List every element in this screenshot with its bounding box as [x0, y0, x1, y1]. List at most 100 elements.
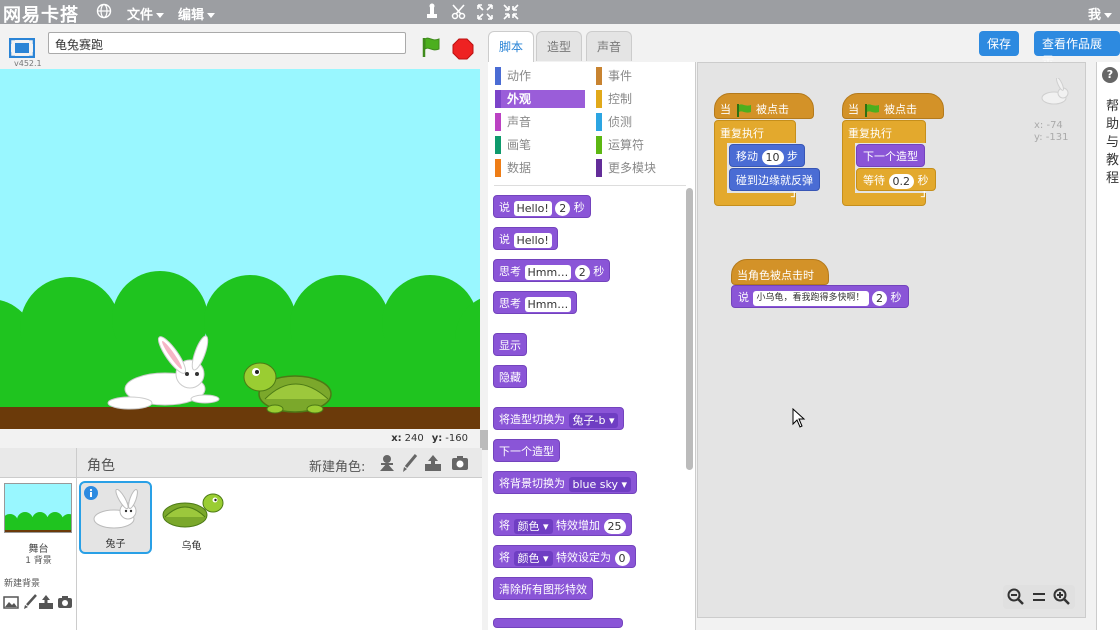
chevron-down-icon [207, 13, 216, 18]
bounce-on-edge-block[interactable]: 碰到边缘就反弹 [729, 168, 820, 191]
palette-scrollbar[interactable] [686, 188, 693, 470]
block-label: 说 [499, 201, 510, 214]
camera-icon[interactable] [57, 594, 73, 610]
category-more-blocks[interactable]: 更多模块 [596, 159, 686, 177]
category-sound[interactable]: 声音 [495, 113, 585, 131]
category-motion[interactable]: 动作 [495, 67, 585, 85]
help-panel[interactable]: ? 帮助与教程 [1096, 62, 1120, 630]
version-label: v452.1 [14, 59, 42, 68]
block-label: 说 [738, 291, 749, 304]
view-showcase-button[interactable]: 查看作品展示 [1034, 31, 1120, 68]
menu-file[interactable]: 文件 [127, 4, 165, 23]
block-label: 特效增加 [556, 519, 601, 532]
backdrop-library-icon[interactable] [3, 594, 19, 610]
number-field[interactable]: 2 [872, 290, 888, 306]
block-think-for-secs[interactable]: 思考 Hmm… 2 秒 [493, 259, 611, 282]
tab-scripts[interactable]: 脚本 [488, 31, 535, 63]
text-field[interactable]: Hello! [513, 200, 552, 216]
stop-icon[interactable] [452, 38, 474, 60]
category-events[interactable]: 事件 [596, 67, 686, 85]
sprite-library-icon[interactable] [377, 453, 397, 473]
fullscreen-icon[interactable] [9, 38, 35, 58]
block-think[interactable]: 思考 Hmm… [493, 291, 578, 314]
block-say[interactable]: 说 Hello! [493, 227, 558, 250]
stage-canvas[interactable] [0, 69, 480, 429]
delete-scissors-icon[interactable] [450, 3, 468, 21]
zoom-controls [1003, 585, 1075, 609]
zoom-reset-icon[interactable] [1030, 588, 1048, 606]
panel-collapse-handle[interactable] [480, 430, 488, 450]
next-costume-block[interactable]: 下一个造型 [856, 144, 925, 167]
number-field[interactable]: 0 [614, 550, 630, 566]
backdrop-dropdown[interactable]: blue sky ▾ [568, 476, 632, 492]
green-flag-icon[interactable] [420, 36, 442, 58]
when-sprite-clicked-hat[interactable]: 当角色被点击时 [731, 259, 829, 285]
shrink-icon[interactable] [502, 3, 520, 21]
move-steps-block[interactable]: 移动 10 步 [729, 144, 805, 167]
text-field[interactable]: Hmm… [524, 296, 572, 312]
zoom-out-icon[interactable] [1007, 588, 1025, 606]
palette-divider [494, 185, 686, 186]
tab-costumes[interactable]: 造型 [536, 31, 583, 61]
block-clear-effects[interactable]: 清除所有图形特效 [493, 577, 593, 600]
stage-thumbnail[interactable] [4, 483, 72, 533]
category-pen[interactable]: 画笔 [495, 136, 585, 154]
paint-brush-icon[interactable] [22, 594, 38, 610]
wait-secs-block[interactable]: 等待 0.2 秒 [856, 168, 936, 191]
y-value: -160 [445, 433, 468, 444]
upload-icon[interactable] [423, 453, 443, 473]
block-label: 重复执行 [720, 127, 764, 140]
block-switch-backdrop[interactable]: 将背景切换为 blue sky ▾ [493, 471, 638, 494]
category-operators[interactable]: 运算符 [596, 136, 686, 154]
sprite-card-rabbit[interactable]: 兔子 [79, 481, 152, 554]
category-label: 画笔 [507, 138, 532, 152]
project-title-input[interactable]: 龟兔赛跑 [48, 32, 406, 54]
menu-edit[interactable]: 编辑 [178, 4, 216, 23]
block-hide[interactable]: 隐藏 [493, 365, 527, 388]
sprite-card-turtle[interactable]: 乌龟 [155, 481, 228, 554]
costume-dropdown[interactable]: 兔子-b ▾ [568, 412, 619, 428]
save-button[interactable]: 保存 [979, 31, 1020, 56]
number-field[interactable]: 2 [574, 264, 590, 280]
say-for-secs-block[interactable]: 说 小乌龟，看我跑得多快啊！ 2 秒 [731, 285, 909, 308]
zoom-in-icon[interactable] [1053, 588, 1071, 606]
text-field[interactable]: Hmm… [524, 264, 572, 280]
grow-icon[interactable] [476, 3, 494, 21]
block-say-for-secs[interactable]: 说 Hello! 2 秒 [493, 195, 591, 218]
block-label: 思考 [499, 297, 521, 310]
block-switch-costume[interactable]: 将造型切换为 兔子-b ▾ [493, 407, 625, 430]
when-flag-clicked-hat[interactable]: 当 被点击 [842, 93, 944, 119]
tab-sounds[interactable]: 声音 [586, 31, 633, 61]
dropdown-value: 颜色 [517, 519, 540, 533]
effect-dropdown[interactable]: 颜色 ▾ [513, 550, 553, 566]
number-field[interactable]: 25 [603, 518, 626, 534]
help-icon[interactable]: ? [1102, 67, 1118, 83]
effect-dropdown[interactable]: 颜色 ▾ [513, 518, 553, 534]
upload-icon[interactable] [38, 594, 54, 610]
dropdown-value: blue sky [572, 477, 619, 491]
block-change-effect[interactable]: 将 颜色 ▾ 特效增加 25 [493, 513, 632, 536]
block-next-costume[interactable]: 下一个造型 [493, 439, 560, 462]
user-menu[interactable]: 我 [1088, 4, 1112, 23]
block-label: 将 [499, 519, 510, 532]
block-set-effect[interactable]: 将 颜色 ▾ 特效设定为 0 [493, 545, 636, 568]
current-sprite-ghost [1041, 78, 1069, 105]
text-field[interactable]: Hello! [513, 232, 552, 248]
stage-header-strip [0, 448, 77, 478]
number-field[interactable]: 0.2 [888, 173, 914, 189]
block-label: 重复执行 [848, 127, 892, 140]
block-partial[interactable] [493, 618, 623, 628]
category-control[interactable]: 控制 [596, 90, 686, 108]
category-data[interactable]: 数据 [495, 159, 585, 177]
category-sensing[interactable]: 侦测 [596, 113, 686, 131]
number-field[interactable]: 10 [761, 149, 784, 165]
number-field[interactable]: 2 [555, 200, 571, 216]
duplicate-stamp-icon[interactable] [423, 3, 441, 21]
block-show[interactable]: 显示 [493, 333, 527, 356]
camera-icon[interactable] [450, 453, 470, 473]
text-field[interactable]: 小乌龟，看我跑得多快啊！ [752, 290, 869, 306]
category-looks[interactable]: 外观 [495, 90, 585, 108]
paint-brush-icon[interactable] [400, 453, 420, 473]
when-flag-clicked-hat[interactable]: 当 被点击 [714, 93, 814, 119]
globe-icon[interactable] [96, 3, 112, 19]
